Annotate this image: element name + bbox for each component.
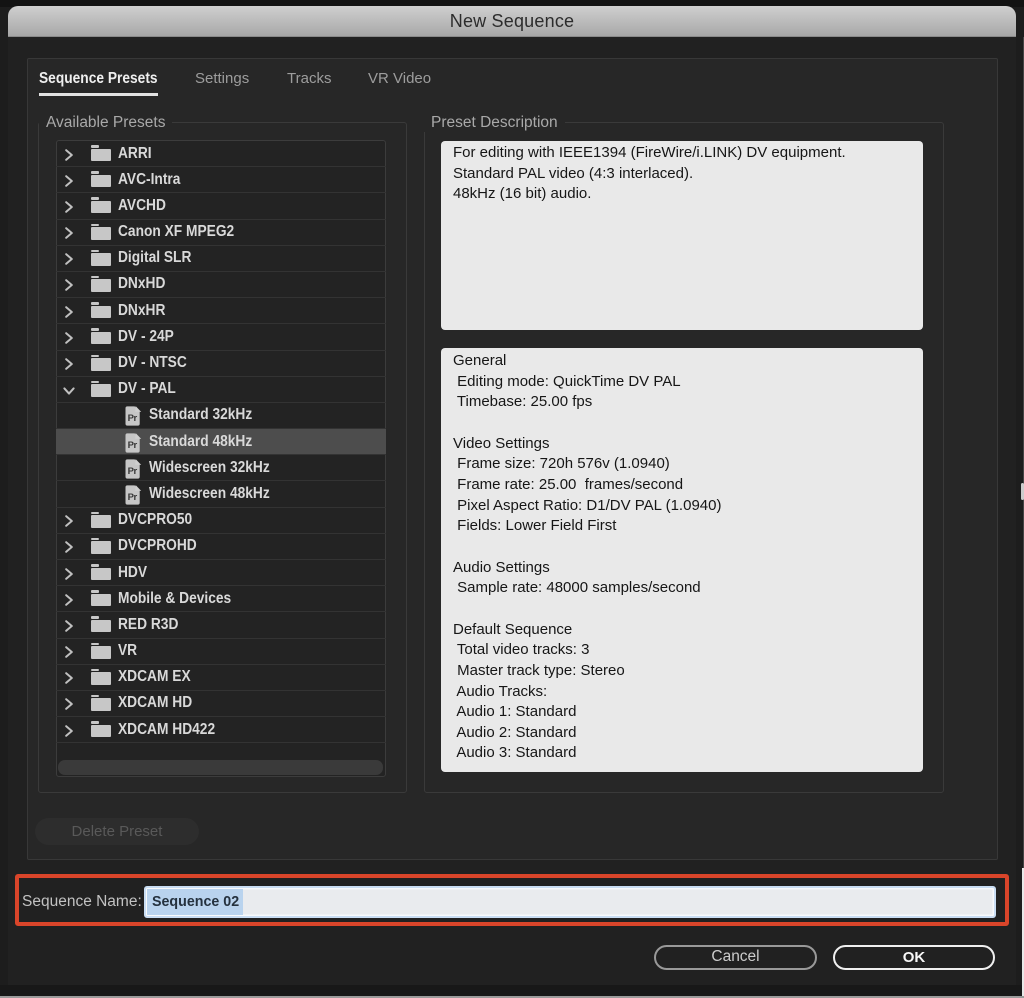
svg-text:Pr: Pr — [128, 466, 138, 477]
svg-text:Pr: Pr — [128, 413, 138, 424]
svg-text:Pr: Pr — [128, 439, 138, 450]
svg-text:Pr: Pr — [128, 492, 138, 503]
